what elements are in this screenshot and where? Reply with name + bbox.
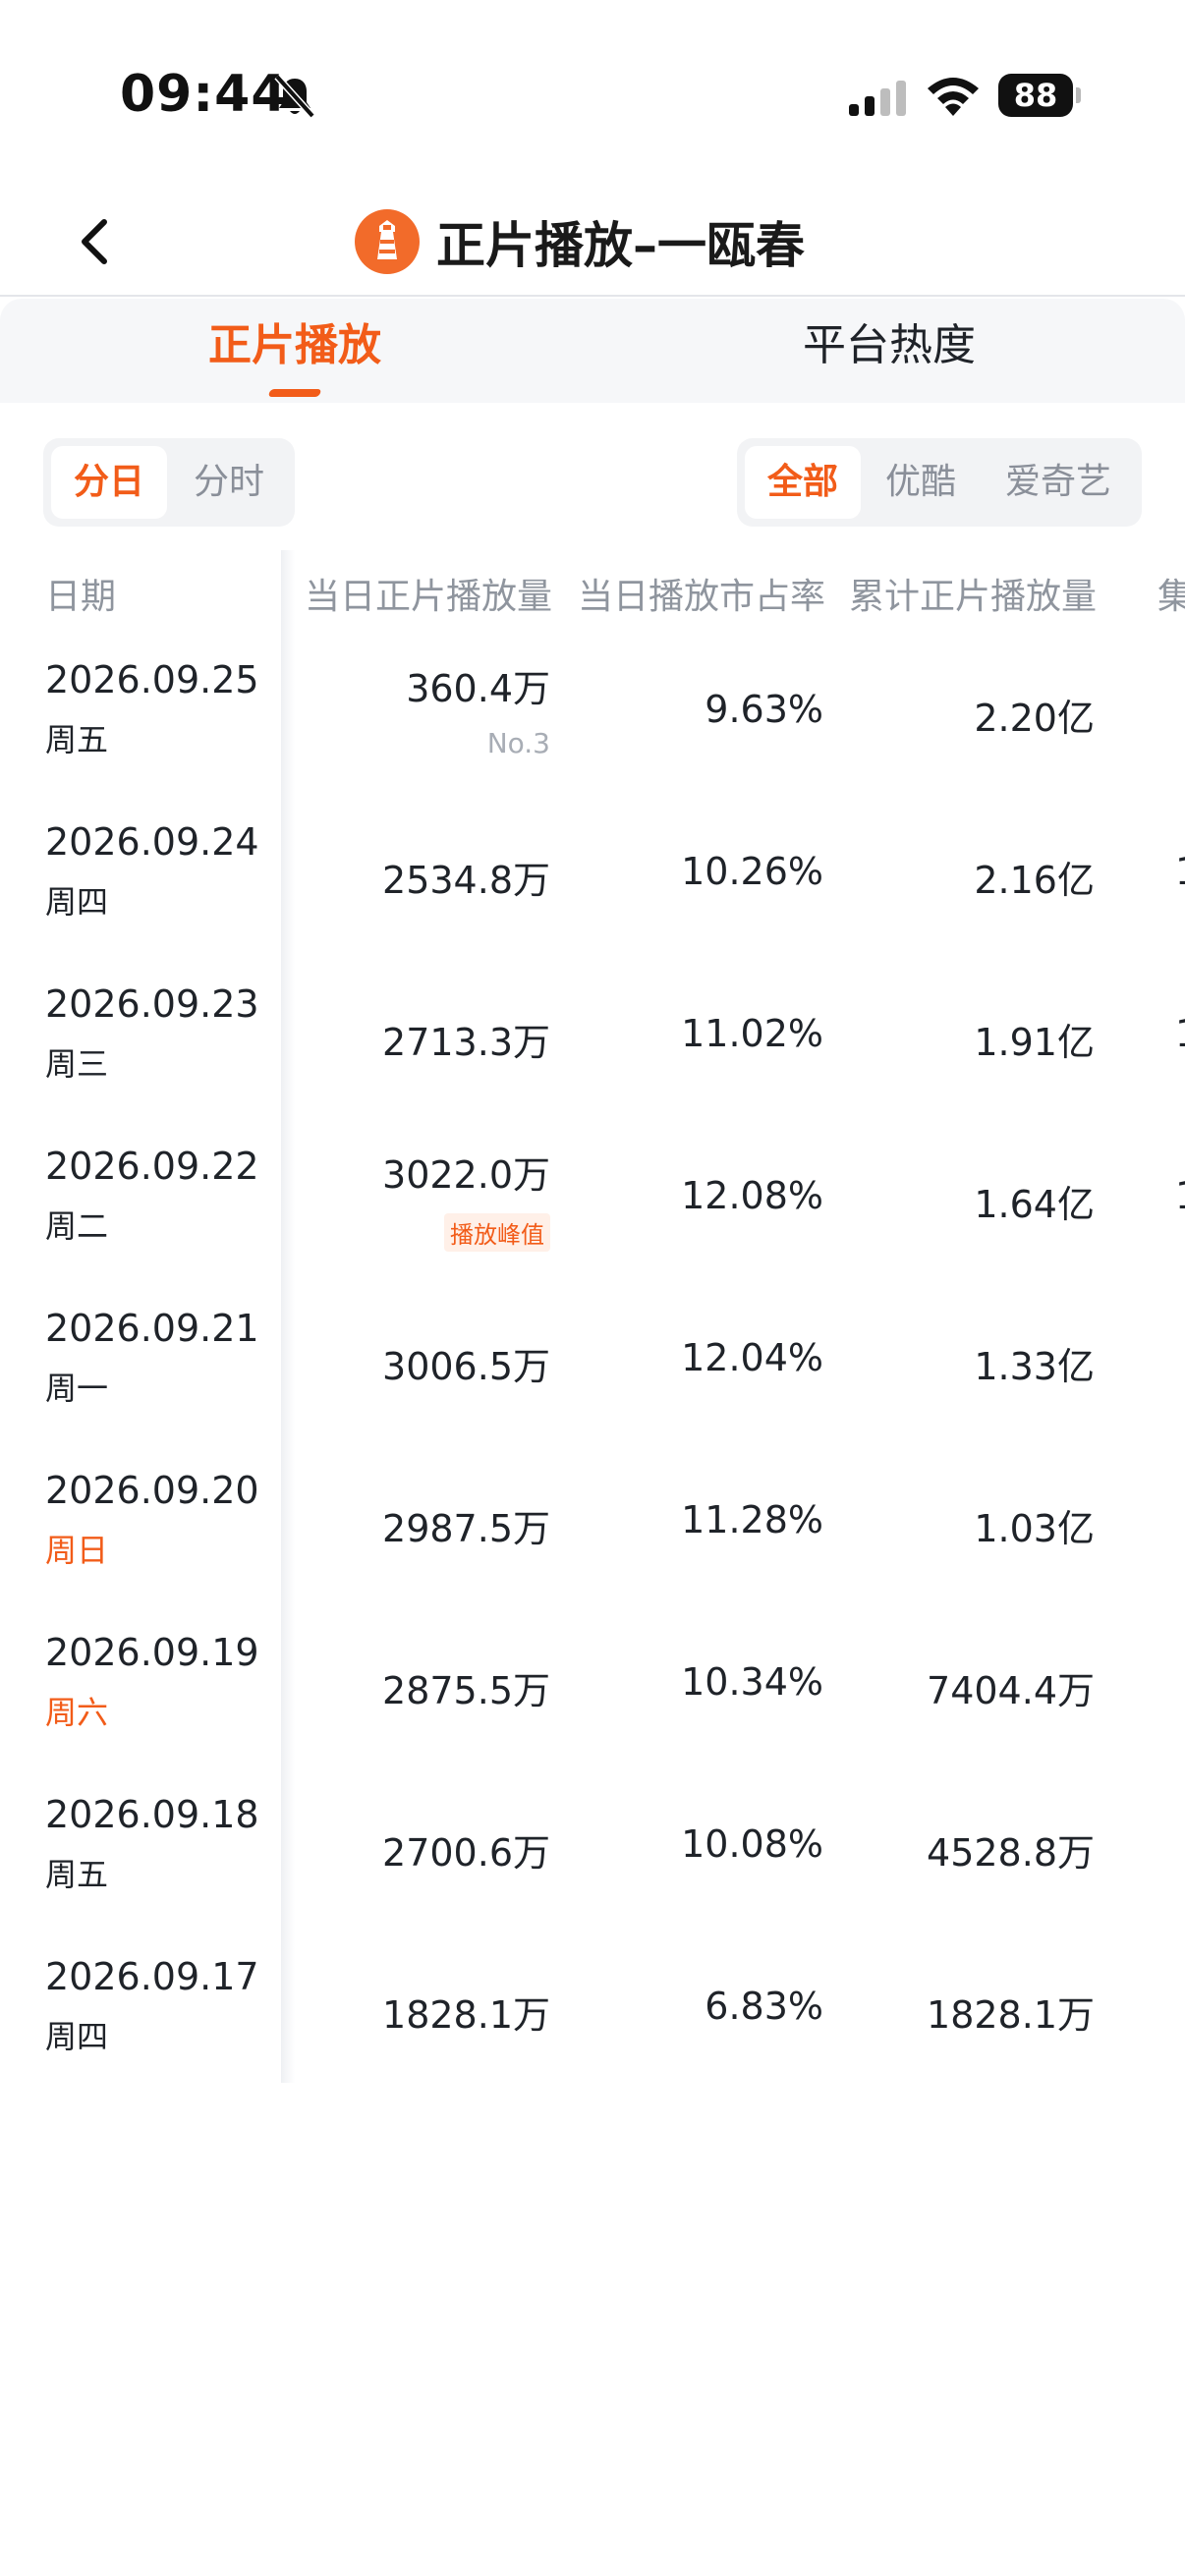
row-daily-plays: 3022.0万	[382, 1153, 550, 1197]
row-total-plays: 7404.4万	[927, 1669, 1095, 1712]
row-date: 2026.09.17	[45, 1955, 259, 1998]
row-episode-cut: 1	[1175, 1012, 1185, 1055]
back-button[interactable]	[59, 202, 138, 281]
table-row: 2026.09.17 周四 1828.1万 6.83% 1828.1万	[0, 1953, 1185, 2115]
platform-toggle: 全部 优酷 爱奇艺	[737, 438, 1142, 527]
row-total-plays: 1.03亿	[974, 1507, 1095, 1550]
period-hourly-option[interactable]: 分时	[171, 446, 287, 519]
battery-indicator: 88	[998, 74, 1081, 117]
page-title: 正片播放–一瓯春	[436, 217, 805, 274]
table-row: 2026.09.24 周四 2534.8万 10.26% 2.16亿 1	[0, 818, 1185, 980]
row-market-share: 11.02%	[681, 1012, 823, 1055]
row-weekday: 周三	[45, 1045, 109, 1083]
status-bar: 09:44 88	[0, 0, 1185, 187]
row-weekday: 周五	[45, 721, 109, 758]
row-episode-cut: 1	[1175, 850, 1185, 893]
row-market-share: 10.26%	[681, 850, 823, 893]
row-weekday: 周一	[45, 1370, 109, 1407]
row-date: 2026.09.24	[45, 820, 259, 864]
table-row: 2026.09.19 周六 2875.5万 10.34% 7404.4万	[0, 1629, 1185, 1791]
table-row: 2026.09.22 周二 3022.0万 播放峰值 12.08% 1.64亿 …	[0, 1143, 1185, 1305]
column-header-date: 日期	[45, 577, 117, 617]
row-total-plays: 1.33亿	[974, 1345, 1095, 1388]
battery-cap	[1076, 87, 1081, 103]
tab-bar: 正片播放 平台热度	[0, 299, 1185, 403]
row-date: 2026.09.21	[45, 1307, 259, 1350]
table-row: 2026.09.25 周五 360.4万 No.3 9.63% 2.20亿	[0, 656, 1185, 818]
cellular-signal-icon	[849, 81, 906, 116]
row-market-share: 9.63%	[705, 688, 823, 731]
peak-badge: 播放峰值	[444, 1213, 550, 1252]
row-total-plays: 1.64亿	[974, 1183, 1095, 1226]
bell-off-icon	[274, 74, 315, 119]
row-market-share: 12.04%	[681, 1336, 823, 1379]
row-date: 2026.09.25	[45, 658, 259, 701]
row-weekday: 周四	[45, 883, 109, 921]
column-header-episode-cut: 集	[1157, 577, 1185, 617]
row-date: 2026.09.23	[45, 982, 259, 1026]
platform-all-option[interactable]: 全部	[745, 446, 861, 519]
row-date: 2026.09.18	[45, 1793, 259, 1836]
row-daily-plays: 2987.5万	[382, 1507, 550, 1550]
tab-heat[interactable]: 平台热度	[742, 299, 1037, 403]
row-total-plays: 1828.1万	[927, 1993, 1095, 2037]
column-header-total-plays: 累计正片播放量	[849, 577, 1098, 617]
row-weekday: 周五	[45, 1856, 109, 1893]
playback-table[interactable]: 日期 当日正片播放量 当日播放市占率 累计正片播放量 集 2026.09.25 …	[0, 550, 1185, 2083]
row-daily-plays: 2700.6万	[382, 1831, 550, 1875]
platform-iqiyi-option[interactable]: 爱奇艺	[983, 446, 1134, 519]
row-date: 2026.09.20	[45, 1469, 259, 1512]
row-episode-cut: 1	[1175, 1174, 1185, 1217]
status-time: 09:44	[120, 65, 288, 124]
row-rank-note: No.3	[486, 727, 550, 759]
row-daily-plays: 3006.5万	[382, 1345, 550, 1388]
row-date: 2026.09.19	[45, 1631, 259, 1674]
table-row: 2026.09.20 周日 2987.5万 11.28% 1.03亿	[0, 1467, 1185, 1629]
nav-title-group: 正片播放–一瓯春	[354, 196, 805, 287]
row-date: 2026.09.22	[45, 1145, 259, 1188]
row-total-plays: 4528.8万	[927, 1831, 1095, 1875]
row-total-plays: 2.16亿	[974, 859, 1095, 902]
wifi-icon	[928, 78, 979, 116]
row-market-share: 6.83%	[705, 1985, 823, 2028]
table-row: 2026.09.23 周三 2713.3万 11.02% 1.91亿 1	[0, 980, 1185, 1143]
row-total-plays: 1.91亿	[974, 1021, 1095, 1064]
row-total-plays: 2.20亿	[974, 697, 1095, 740]
column-header-daily-plays: 当日正片播放量	[305, 577, 553, 617]
row-daily-plays: 2534.8万	[382, 859, 550, 902]
table-row: 2026.09.18 周五 2700.6万 10.08% 4528.8万	[0, 1791, 1185, 1953]
row-daily-plays: 2713.3万	[382, 1021, 550, 1064]
row-weekday: 周四	[45, 2018, 109, 2055]
row-market-share: 12.08%	[681, 1174, 823, 1217]
row-market-share: 11.28%	[681, 1498, 823, 1541]
battery-level: 88	[1013, 77, 1058, 114]
row-daily-plays: 1828.1万	[382, 1993, 550, 2037]
lighthouse-logo-icon	[355, 209, 420, 274]
row-weekday: 周二	[45, 1207, 109, 1245]
column-header-market-share: 当日播放市占率	[578, 577, 826, 617]
row-weekday: 周日	[45, 1532, 109, 1569]
tab-play[interactable]: 正片播放	[147, 299, 442, 403]
period-toggle: 分日 分时	[43, 438, 295, 527]
row-market-share: 10.34%	[681, 1660, 823, 1704]
period-daily-option[interactable]: 分日	[51, 446, 167, 519]
table-row: 2026.09.21 周一 3006.5万 12.04% 1.33亿	[0, 1305, 1185, 1467]
platform-youku-option[interactable]: 优酷	[863, 446, 979, 519]
row-market-share: 10.08%	[681, 1822, 823, 1866]
row-daily-plays: 360.4万	[406, 667, 550, 710]
tab-active-indicator	[267, 389, 322, 397]
nav-bar: 正片播放–一瓯春	[0, 187, 1185, 297]
row-daily-plays: 2875.5万	[382, 1669, 550, 1712]
row-weekday: 周六	[45, 1694, 109, 1731]
